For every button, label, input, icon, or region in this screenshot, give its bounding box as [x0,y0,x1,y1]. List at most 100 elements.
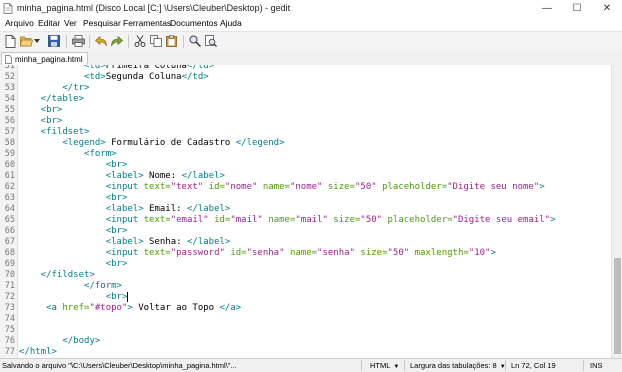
code-line[interactable]: 61 <label> Nome: </label> [0,171,611,182]
code-token: "50" [354,182,377,192]
tab-label: minha_pagina.html [15,54,83,64]
code-line[interactable]: 71 </form> [0,281,611,292]
code-token: "password" [170,248,225,258]
new-document-button[interactable] [3,34,17,48]
code-line[interactable]: 60 <br> [0,160,611,171]
code-line[interactable]: 58 <legend> Formulário de Cadastro </leg… [0,138,611,149]
code-token: id= [224,248,247,258]
code-token: "senha" [246,248,285,258]
code-line[interactable]: 72 <br> [0,292,611,303]
code-line[interactable]: 57 <fildset> [0,127,611,138]
minimize-button[interactable]: — [532,0,562,17]
paste-button[interactable] [165,34,179,48]
line-number: 63 [4,193,15,203]
code-token: id= [203,182,225,192]
tab-width-selector[interactable]: Largura das tabulações: 8 ▼ [410,361,506,370]
line-number: 60 [4,160,15,170]
code-line[interactable]: 73 <a href="#topo"> Voltar ao Topo </a> [0,303,611,314]
status-message: Salvando o arquivo "\C:\Users\Cleuber\De… [2,361,237,370]
code-token: size= [354,248,388,258]
code-token: <br> [19,292,128,302]
recent-files-dropdown[interactable] [32,34,41,48]
menu-ajuda[interactable]: Ajuda [220,18,242,28]
code-line[interactable]: 59 <form> [0,149,611,160]
code-line[interactable]: 77 </html> [0,347,611,358]
menu-ferramentas[interactable]: Ferramentas [123,18,171,28]
code-line[interactable]: 75 [0,325,611,336]
code-token: "senha" [317,248,355,258]
menu-documentos[interactable]: Documentos [170,18,218,28]
language-selector[interactable]: HTML ▼ [370,361,399,370]
code-line[interactable]: 54 </table> [0,94,611,105]
code-editor[interactable]: 51 <td>Primeira Coluna</td> 52 <td>Segund… [0,65,611,358]
code-token: "Digite seu nome" [447,182,540,192]
code-token: </table> [19,94,85,104]
code-token: placeholder= [376,182,448,192]
code-line[interactable]: 68 <input text="password" id="senha" nam… [0,248,611,259]
code-line[interactable]: 53 </tr> [0,83,611,94]
code-token: <input [19,182,144,192]
code-line[interactable]: 74 [0,314,611,325]
print-button[interactable] [71,34,85,48]
menu-pesquisar[interactable]: Pesquisar [83,18,121,28]
code-text: <br> [19,259,128,270]
save-button[interactable] [47,34,61,48]
line-number: 55 [4,105,15,115]
copy-icon [150,35,162,47]
redo-button[interactable] [110,34,124,48]
line-number: 76 [4,336,15,346]
code-text: <br> [19,105,63,116]
code-line[interactable]: 55 <br> [0,105,611,116]
code-line[interactable]: 70 </fildset> [0,270,611,281]
code-line[interactable]: 65 <input text="email" id="mail" name="m… [0,215,611,226]
code-token: <fildset> [19,127,90,137]
code-line[interactable]: 62 <input text="text" id="nome" name="no… [0,182,611,193]
code-token: </body> [19,336,101,346]
code-line[interactable]: 67 <label> Senha: </label> [0,237,611,248]
code-token: name= [257,182,290,192]
code-line[interactable]: 76 </body> [0,336,611,347]
scrollbar-thumb[interactable] [614,258,621,354]
line-number: 67 [4,237,15,247]
status-separator [361,360,362,371]
line-number: 68 [4,248,15,258]
undo-button[interactable] [94,34,108,48]
maximize-button[interactable]: ☐ [562,0,592,17]
line-number: 51 [4,65,15,71]
tab-minha-pagina[interactable]: minha_pagina.html [1,52,88,65]
undo-icon [95,35,107,46]
menu-editar[interactable]: Editar [38,18,60,28]
search-button[interactable] [188,34,202,48]
close-button[interactable]: ✕ [592,0,622,17]
paste-icon [166,35,177,47]
copy-button[interactable] [149,34,163,48]
cut-button[interactable] [133,34,147,48]
line-number: 74 [4,314,15,324]
code-token: "mail" [230,215,263,225]
open-file-button[interactable] [19,34,33,48]
code-line[interactable]: 66 <br> [0,226,611,237]
insert-mode: INS [590,361,603,370]
menu-ver[interactable]: Ver [64,18,77,28]
code-line[interactable]: 52 <td>Segunda Coluna</td> [0,72,611,83]
code-line[interactable]: 64 <label> Email: </label> [0,204,611,215]
code-token: Voltar ao Topo [132,303,220,313]
code-token: <br> [19,105,63,115]
code-token: </form> [19,281,122,291]
line-number: 69 [4,259,15,269]
toolbar-separator [89,35,90,48]
line-number: 58 [4,138,15,148]
replace-button[interactable] [204,34,218,48]
code-text: <input text="password" id="senha" name="… [19,248,496,259]
code-text: <form> [19,149,117,160]
code-line[interactable]: 56 <br> [0,116,611,127]
vertical-scrollbar[interactable] [611,65,622,358]
code-text: <a href="#topo"> Voltar ao Topo </a> [19,303,241,314]
menu-arquivo[interactable]: Arquivo [5,18,34,28]
code-line[interactable]: 51 <td>Primeira Coluna</td> [0,65,611,72]
code-token: size= [322,182,355,192]
code-text: </form> [19,281,122,292]
code-text: </body> [19,336,100,347]
code-line[interactable]: 69 <br> [0,259,611,270]
code-line[interactable]: 63 <br> [0,193,611,204]
